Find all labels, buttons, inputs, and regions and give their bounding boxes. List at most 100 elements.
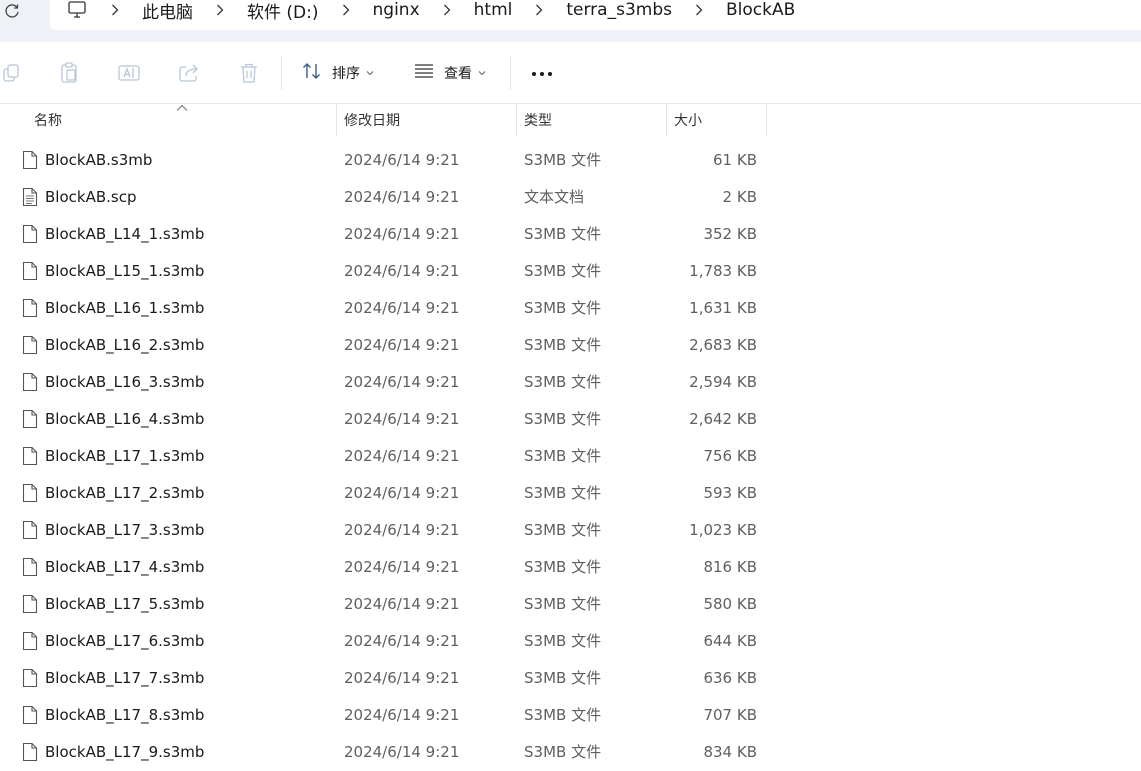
file-type: S3MB 文件 (524, 447, 602, 465)
file-row[interactable]: BlockAB_L17_2.s3mb 2024/6/14 9:21 S3MB 文件 5… (0, 475, 1141, 512)
file-name[interactable]: BlockAB_L14_1.s3mb (45, 216, 204, 253)
file-size: 707 KB (703, 706, 757, 724)
chevron-right-icon[interactable] (440, 0, 454, 21)
blank-file-icon (22, 594, 38, 614)
file-row[interactable]: BlockAB_L15_1.s3mb 2024/6/14 9:21 S3MB 文件 1… (0, 253, 1141, 290)
file-modified-date: 2024/6/14 9:21 (344, 743, 460, 761)
file-row[interactable]: BlockAB_L17_3.s3mb 2024/6/14 9:21 S3MB 文件 1… (0, 512, 1141, 549)
chevron-right-icon[interactable] (532, 0, 546, 21)
sort-label: 排序 (332, 66, 360, 82)
chevron-right-icon[interactable] (108, 0, 122, 21)
file-row[interactable]: BlockAB.s3mb 2024/6/14 9:21 S3MB 文件 61 KB (0, 142, 1141, 179)
file-modified-date: 2024/6/14 9:21 (344, 299, 460, 317)
file-name[interactable]: BlockAB.scp (45, 179, 136, 216)
file-type: S3MB 文件 (524, 410, 602, 428)
breadcrumb-this-pc[interactable]: 此电脑 (142, 0, 193, 23)
file-name[interactable]: BlockAB_L16_3.s3mb (45, 364, 204, 401)
file-list: BlockAB.s3mb 2024/6/14 9:21 S3MB 文件 61 KB Bl… (0, 142, 1141, 771)
file-type: S3MB 文件 (524, 595, 602, 613)
file-size: 61 KB (713, 151, 757, 169)
file-size: 1,023 KB (689, 521, 757, 539)
column-header-date[interactable]: 修改日期 (336, 104, 516, 136)
file-row[interactable]: BlockAB_L17_6.s3mb 2024/6/14 9:21 S3MB 文件 6… (0, 623, 1141, 660)
refresh-icon[interactable] (2, 0, 22, 22)
file-size: 2,683 KB (689, 336, 757, 354)
file-modified-date: 2024/6/14 9:21 (344, 595, 460, 613)
file-name[interactable]: BlockAB_L17_6.s3mb (45, 623, 204, 660)
delete-icon[interactable] (237, 61, 261, 85)
file-size: 2,642 KB (689, 410, 757, 428)
chevron-right-icon[interactable] (213, 0, 227, 21)
blank-file-icon (22, 742, 38, 762)
file-name[interactable]: BlockAB_L17_7.s3mb (45, 660, 204, 697)
sort-button[interactable]: 排序 (302, 60, 374, 86)
file-size: 2,594 KB (689, 373, 757, 391)
share-icon[interactable] (177, 61, 201, 85)
file-row[interactable]: BlockAB_L16_2.s3mb 2024/6/14 9:21 S3MB 文件 2… (0, 327, 1141, 364)
rename-icon[interactable] (117, 61, 141, 85)
file-modified-date: 2024/6/14 9:21 (344, 373, 460, 391)
chevron-down-icon (478, 70, 486, 76)
text-file-icon (22, 187, 38, 207)
file-name[interactable]: BlockAB_L17_4.s3mb (45, 549, 204, 586)
file-size: 1,783 KB (689, 262, 757, 280)
breadcrumb-blockab[interactable]: BlockAB (726, 0, 795, 20)
file-name[interactable]: BlockAB_L16_2.s3mb (45, 327, 204, 364)
chevron-right-icon[interactable] (692, 0, 706, 21)
file-row[interactable]: BlockAB_L16_3.s3mb 2024/6/14 9:21 S3MB 文件 2… (0, 364, 1141, 401)
file-name[interactable]: BlockAB_L17_3.s3mb (45, 512, 204, 549)
file-name[interactable]: BlockAB_L17_8.s3mb (45, 697, 204, 734)
column-divider[interactable] (766, 104, 767, 136)
file-type: S3MB 文件 (524, 706, 602, 724)
file-name[interactable]: BlockAB_L17_9.s3mb (45, 734, 204, 771)
computer-icon[interactable] (66, 0, 88, 21)
file-row[interactable]: BlockAB_L17_9.s3mb 2024/6/14 9:21 S3MB 文件 8… (0, 734, 1141, 771)
column-header-size[interactable]: 大小 (666, 104, 766, 136)
file-type: S3MB 文件 (524, 558, 602, 576)
file-row[interactable]: BlockAB_L17_1.s3mb 2024/6/14 9:21 S3MB 文件 7… (0, 438, 1141, 475)
file-row[interactable]: BlockAB_L17_4.s3mb 2024/6/14 9:21 S3MB 文件 8… (0, 549, 1141, 586)
view-button[interactable]: 查看 (414, 60, 486, 86)
blank-file-icon (22, 372, 38, 392)
file-name[interactable]: BlockAB_L15_1.s3mb (45, 253, 204, 290)
breadcrumb-drive-d[interactable]: 软件 (D:) (247, 0, 319, 23)
file-row[interactable]: BlockAB_L17_5.s3mb 2024/6/14 9:21 S3MB 文件 5… (0, 586, 1141, 623)
file-type: S3MB 文件 (524, 225, 602, 243)
blank-file-icon (22, 261, 38, 281)
file-size: 644 KB (703, 632, 757, 650)
file-type: S3MB 文件 (524, 521, 602, 539)
file-modified-date: 2024/6/14 9:21 (344, 410, 460, 428)
breadcrumb-terra-s3mbs[interactable]: terra_s3mbs (566, 0, 672, 20)
address-bar-area: 此电脑 软件 (D:) nginx html terra_s3mbs Block… (0, 0, 1141, 42)
file-name[interactable]: BlockAB_L17_5.s3mb (45, 586, 204, 623)
file-name[interactable]: BlockAB_L17_1.s3mb (45, 438, 204, 475)
file-name[interactable]: BlockAB_L16_4.s3mb (45, 401, 204, 438)
file-row[interactable]: BlockAB_L16_1.s3mb 2024/6/14 9:21 S3MB 文件 1… (0, 290, 1141, 327)
breadcrumb-html[interactable]: html (474, 0, 513, 20)
blank-file-icon (22, 483, 38, 503)
file-modified-date: 2024/6/14 9:21 (344, 188, 460, 206)
copy-icon[interactable] (0, 61, 24, 85)
paste-icon[interactable] (57, 61, 81, 85)
address-bar[interactable]: 此电脑 软件 (D:) nginx html terra_s3mbs Block… (50, 0, 1141, 30)
file-size: 580 KB (703, 595, 757, 613)
file-modified-date: 2024/6/14 9:21 (344, 336, 460, 354)
more-options-icon[interactable] (528, 62, 556, 86)
column-header-type[interactable]: 类型 (516, 104, 666, 136)
breadcrumb-nginx[interactable]: nginx (373, 0, 420, 20)
file-name[interactable]: BlockAB_L16_1.s3mb (45, 290, 204, 327)
column-header-name[interactable]: 名称 (26, 104, 336, 136)
file-row[interactable]: BlockAB.scp 2024/6/14 9:21 文本文档 2 KB (0, 179, 1141, 216)
file-row[interactable]: BlockAB_L17_7.s3mb 2024/6/14 9:21 S3MB 文件 6… (0, 660, 1141, 697)
file-row[interactable]: BlockAB_L14_1.s3mb 2024/6/14 9:21 S3MB 文件 3… (0, 216, 1141, 253)
file-name[interactable]: BlockAB.s3mb (45, 142, 152, 179)
blank-file-icon (22, 224, 38, 244)
file-name[interactable]: BlockAB_L17_2.s3mb (45, 475, 204, 512)
file-row[interactable]: BlockAB_L17_8.s3mb 2024/6/14 9:21 S3MB 文件 7… (0, 697, 1141, 734)
file-row[interactable]: BlockAB_L16_4.s3mb 2024/6/14 9:21 S3MB 文件 2… (0, 401, 1141, 438)
chevron-right-icon[interactable] (339, 0, 353, 21)
file-modified-date: 2024/6/14 9:21 (344, 151, 460, 169)
file-modified-date: 2024/6/14 9:21 (344, 558, 460, 576)
file-size: 2 KB (722, 188, 757, 206)
blank-file-icon (22, 150, 38, 170)
